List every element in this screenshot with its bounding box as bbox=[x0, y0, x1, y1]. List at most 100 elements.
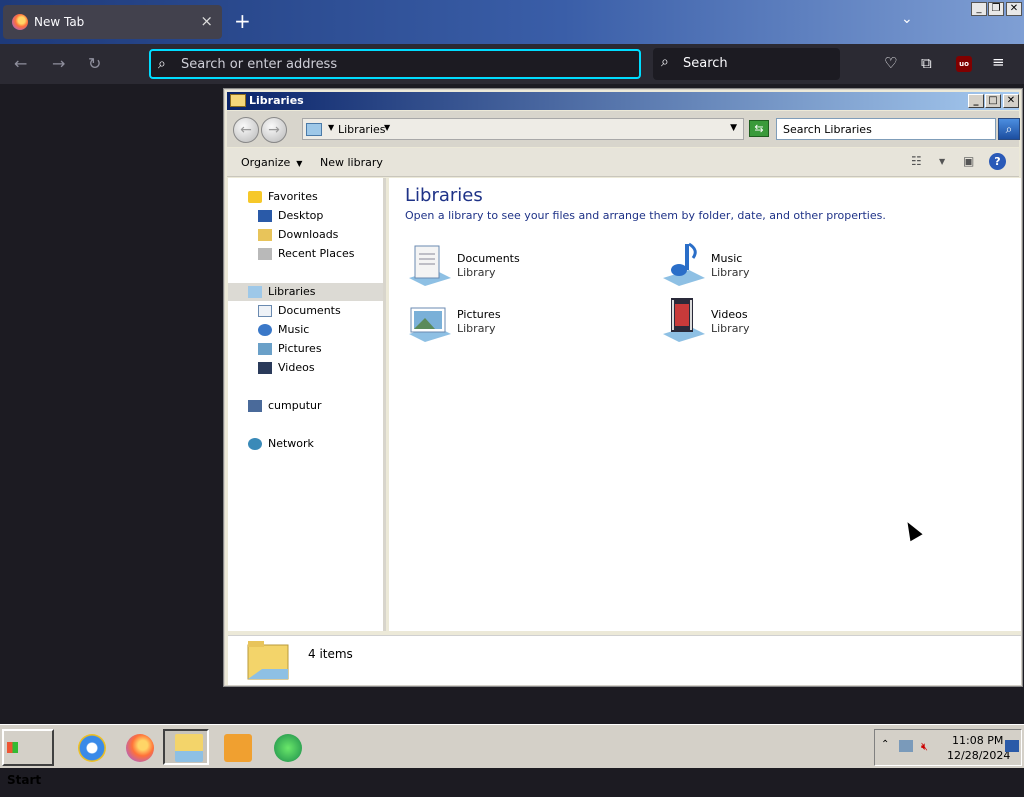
libraries-folder-icon bbox=[247, 641, 289, 680]
view-options-icon[interactable]: ☷ bbox=[911, 154, 922, 168]
nav-label: Desktop bbox=[278, 209, 324, 222]
breadcrumb[interactable]: ▼ Libraries ▼ ▼ bbox=[302, 118, 744, 140]
network-status-icon[interactable] bbox=[899, 740, 913, 752]
pocket-icon[interactable]: ♡ bbox=[884, 54, 897, 72]
taskbar-explorer[interactable] bbox=[163, 729, 209, 765]
forward-button[interactable]: → bbox=[261, 117, 287, 143]
nav-music[interactable]: Music bbox=[258, 321, 309, 339]
minimize-button[interactable]: _ bbox=[971, 2, 987, 16]
page-title: Libraries bbox=[405, 185, 483, 206]
clock-time[interactable]: 11:08 PM bbox=[952, 734, 1003, 747]
show-hidden-icons-icon[interactable]: ⌃ bbox=[881, 739, 889, 750]
close-button[interactable]: ✕ bbox=[1003, 94, 1019, 108]
library-videos[interactable]: Videos Library bbox=[659, 296, 879, 346]
library-type: Library bbox=[457, 266, 496, 279]
taskbar-firefox[interactable] bbox=[114, 729, 160, 765]
explorer-title-bar[interactable]: Libraries _ □ ✕ bbox=[227, 92, 1019, 110]
help-icon[interactable]: ? bbox=[989, 153, 1006, 170]
taskbar-media-player[interactable] bbox=[212, 729, 258, 765]
nav-videos[interactable]: Videos bbox=[258, 359, 315, 377]
search-box[interactable]: ⌕ Search bbox=[653, 48, 840, 80]
videos-library-icon bbox=[663, 298, 705, 342]
nav-label: Music bbox=[278, 323, 310, 336]
url-bar[interactable]: ⌕ bbox=[149, 49, 641, 79]
chevron-down-icon[interactable]: ▼ bbox=[328, 123, 334, 132]
nav-documents[interactable]: Documents bbox=[258, 302, 341, 320]
library-music[interactable]: Music Library bbox=[659, 240, 879, 290]
chevron-down-icon[interactable]: ▼ bbox=[384, 123, 390, 132]
library-documents[interactable]: Documents Library bbox=[405, 240, 625, 290]
search-libraries-input[interactable] bbox=[777, 119, 995, 139]
system-tray: ⌃ 🔇︎ 11:08 PM 12/28/2024 bbox=[874, 729, 1022, 766]
desktop-icon bbox=[258, 210, 272, 222]
address-input[interactable] bbox=[181, 54, 621, 74]
search-icon[interactable]: ⌕ bbox=[998, 118, 1020, 140]
organize-button[interactable]: Organize ▼ bbox=[241, 156, 302, 169]
library-name: Videos bbox=[711, 308, 748, 321]
start-button[interactable]: Start bbox=[2, 729, 54, 787]
nav-downloads[interactable]: Downloads bbox=[258, 226, 338, 244]
nav-network[interactable]: Network bbox=[248, 435, 314, 453]
library-name: Pictures bbox=[457, 308, 501, 321]
music-library-icon bbox=[663, 242, 705, 286]
nav-pictures[interactable]: Pictures bbox=[258, 340, 322, 358]
reload-icon[interactable]: ↻ bbox=[88, 54, 101, 73]
library-type: Library bbox=[711, 266, 750, 279]
maximize-button[interactable]: □ bbox=[985, 94, 1001, 108]
show-desktop-icon[interactable] bbox=[1005, 740, 1019, 752]
nav-label: Favorites bbox=[268, 190, 318, 203]
pictures-library-icon bbox=[409, 307, 451, 342]
explorer-icon bbox=[175, 734, 203, 762]
nav-recent-places[interactable]: Recent Places bbox=[258, 245, 355, 263]
new-tab-button[interactable]: + bbox=[234, 9, 251, 33]
list-all-tabs-icon[interactable]: ⌄ bbox=[901, 11, 913, 27]
taskbar-messenger[interactable] bbox=[262, 729, 308, 765]
nav-computer[interactable]: cumputur bbox=[248, 397, 322, 415]
extensions-icon[interactable]: ⧉ bbox=[921, 54, 932, 72]
preview-pane-icon[interactable]: ▣ bbox=[963, 154, 974, 168]
library-name: Documents bbox=[457, 252, 520, 265]
forward-icon[interactable]: → bbox=[52, 54, 65, 73]
nav-label: Videos bbox=[278, 361, 315, 374]
close-window-button[interactable]: ✕ bbox=[1006, 2, 1022, 16]
windows-logo-icon bbox=[7, 742, 18, 753]
chevron-down-icon[interactable]: ▼ bbox=[939, 157, 945, 166]
nav-label: Pictures bbox=[278, 342, 322, 355]
command-bar: Organize ▼ New library ☷ ▼ ▣ ? bbox=[227, 148, 1019, 177]
close-tab-icon[interactable]: × bbox=[200, 12, 213, 30]
details-pane: 4 items bbox=[228, 635, 1021, 685]
nav-favorites[interactable]: Favorites bbox=[248, 188, 318, 206]
tab-title: New Tab bbox=[34, 15, 85, 29]
nav-libraries[interactable]: Libraries bbox=[228, 283, 383, 301]
content-pane: Libraries Open a library to see your fil… bbox=[389, 178, 1021, 631]
tab-new-tab[interactable]: New Tab × bbox=[3, 5, 222, 39]
documents-library-icon bbox=[409, 245, 451, 286]
libraries-icon bbox=[248, 286, 262, 298]
restore-button[interactable]: ❐ bbox=[988, 2, 1004, 16]
library-type: Library bbox=[457, 322, 496, 335]
menu-icon[interactable]: ≡ bbox=[992, 53, 1005, 71]
back-icon[interactable]: ← bbox=[14, 54, 27, 73]
address-dropdown-icon[interactable]: ▼ bbox=[730, 123, 737, 133]
ublock-icon[interactable]: uo bbox=[956, 56, 972, 72]
nav-label: Documents bbox=[278, 304, 341, 317]
taskbar-internet-explorer[interactable] bbox=[66, 729, 112, 765]
window-title: Libraries bbox=[249, 94, 304, 107]
library-pictures[interactable]: Pictures Library bbox=[405, 296, 625, 346]
network-icon bbox=[248, 438, 262, 450]
volume-muted-icon[interactable]: 🔇︎ bbox=[921, 740, 928, 754]
search-icon: ⌕ bbox=[661, 54, 669, 70]
search-label: Search bbox=[683, 56, 728, 71]
search-icon: ⌕ bbox=[158, 56, 166, 72]
back-button[interactable]: ← bbox=[233, 117, 259, 143]
organize-label: Organize bbox=[241, 156, 291, 169]
new-library-button[interactable]: New library bbox=[320, 156, 383, 169]
nav-desktop[interactable]: Desktop bbox=[258, 207, 323, 225]
breadcrumb-libraries[interactable]: Libraries bbox=[338, 123, 386, 136]
refresh-icon[interactable]: ⇆ bbox=[749, 120, 769, 137]
chevron-down-icon: ▼ bbox=[296, 159, 303, 168]
clock-date[interactable]: 12/28/2024 bbox=[947, 749, 1010, 762]
messenger-icon bbox=[274, 734, 302, 762]
minimize-button[interactable]: _ bbox=[968, 94, 984, 108]
search-field[interactable] bbox=[776, 118, 996, 140]
